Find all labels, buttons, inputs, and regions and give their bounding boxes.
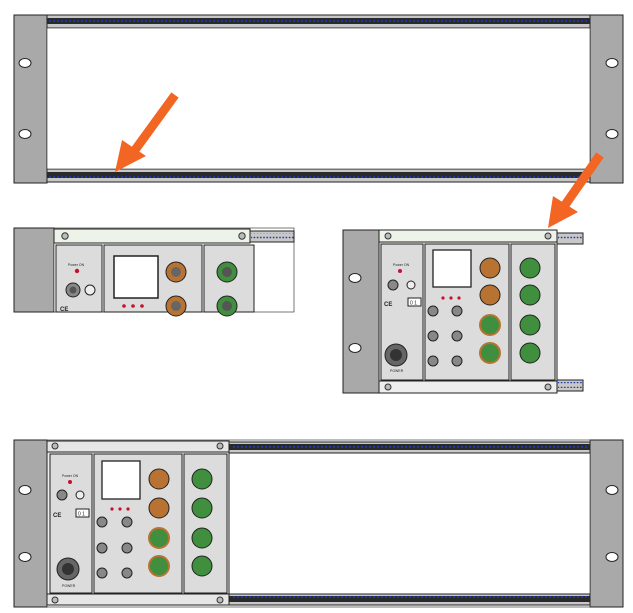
screw-icon [238,232,246,240]
power-switch [387,279,399,291]
power-on-label: Power ON [68,263,85,267]
screw-icon [216,596,224,604]
bnc-connector-icon [451,305,463,317]
bnc-connector-icon [96,542,108,554]
led-icon [118,507,122,511]
circular-connector-icon [479,314,501,336]
screw-icon [544,232,552,240]
mounting-hole-icon [605,129,619,139]
power-switch [56,489,68,501]
mounting-hole-icon [18,552,32,562]
led-icon [126,507,130,511]
mounting-hole-icon [605,552,619,562]
circular-connector-icon [479,284,501,306]
bnc-connector-icon [427,305,439,317]
ce-mark: CE [53,513,61,519]
circular-connector-icon [148,497,170,519]
rack-ear-left [13,439,48,608]
mounting-hole-icon [605,58,619,68]
screw-icon [384,383,392,391]
led-icon [398,269,402,273]
screw-icon [51,442,59,450]
bnc-connector-icon [451,355,463,367]
mounting-hole-icon [348,273,362,283]
screw-icon [384,232,392,240]
led-icon [68,480,72,484]
power-connector-label: POWER [62,584,76,588]
ground-icon [406,280,416,290]
mounting-hole-icon [348,343,362,353]
circular-connector-icon [148,527,170,549]
bnc-connector-icon [96,516,108,528]
circular-connector-icon [519,257,541,279]
bnc-connector-icon [121,567,133,579]
ground-icon [84,284,96,296]
bnc-connector-icon [451,330,463,342]
circular-connector-icon [479,257,501,279]
led-icon [122,304,126,308]
screw-icon [216,442,224,450]
tuv-mark-label: 0 1 [78,512,85,518]
tuv-mark-label: 0 1 [410,301,417,307]
display-window [113,255,159,299]
ground-icon [75,490,85,500]
rack-ear-left [13,14,48,184]
mounting-hole-icon [18,129,32,139]
bnc-connector-icon [427,355,439,367]
ce-mark: CE [384,302,392,308]
bnc-connector-icon [121,516,133,528]
bnc-connector-icon [121,542,133,554]
led-icon [131,304,135,308]
led-icon [74,268,80,274]
screw-icon [544,383,552,391]
power-connector-label: POWER [390,369,404,373]
rack-installation-diagram: Power ON CE Power ON CE 0 1 POWER Power … [13,14,624,608]
display-window [101,460,141,500]
circular-connector-icon [191,497,213,519]
module-in-rack-closeup: Power ON CE 0 1 POWER [342,229,584,394]
circular-connector-icon [479,342,501,364]
display-window [432,249,472,288]
module-closeup-partial: Power ON CE [13,227,295,317]
led-icon [449,296,453,300]
circular-connector-icon [519,314,541,336]
empty-rack-frame [13,14,624,184]
circular-connector-icon [191,468,213,490]
full-rack-with-module: Power ON CE 0 1 POWER [13,439,624,608]
led-icon [110,507,114,511]
circular-connector-icon [148,555,170,577]
power-on-label: Power ON [393,263,410,267]
screw-icon [51,596,59,604]
led-icon [140,304,144,308]
bnc-connector-icon [427,330,439,342]
bnc-connector-icon [96,567,108,579]
ce-mark: CE [60,307,68,313]
mounting-hole-icon [605,485,619,495]
mounting-hole-icon [18,58,32,68]
circular-connector-icon [519,284,541,306]
led-icon [457,296,461,300]
circular-connector-icon [148,468,170,490]
power-on-label: Power ON [62,474,79,478]
mounting-hole-icon [18,485,32,495]
screw-icon [61,232,69,240]
rack-ear-right [589,439,624,608]
circular-connector-icon [191,555,213,577]
led-icon [441,296,445,300]
circular-connector-icon [519,342,541,364]
circular-connector-icon [191,527,213,549]
